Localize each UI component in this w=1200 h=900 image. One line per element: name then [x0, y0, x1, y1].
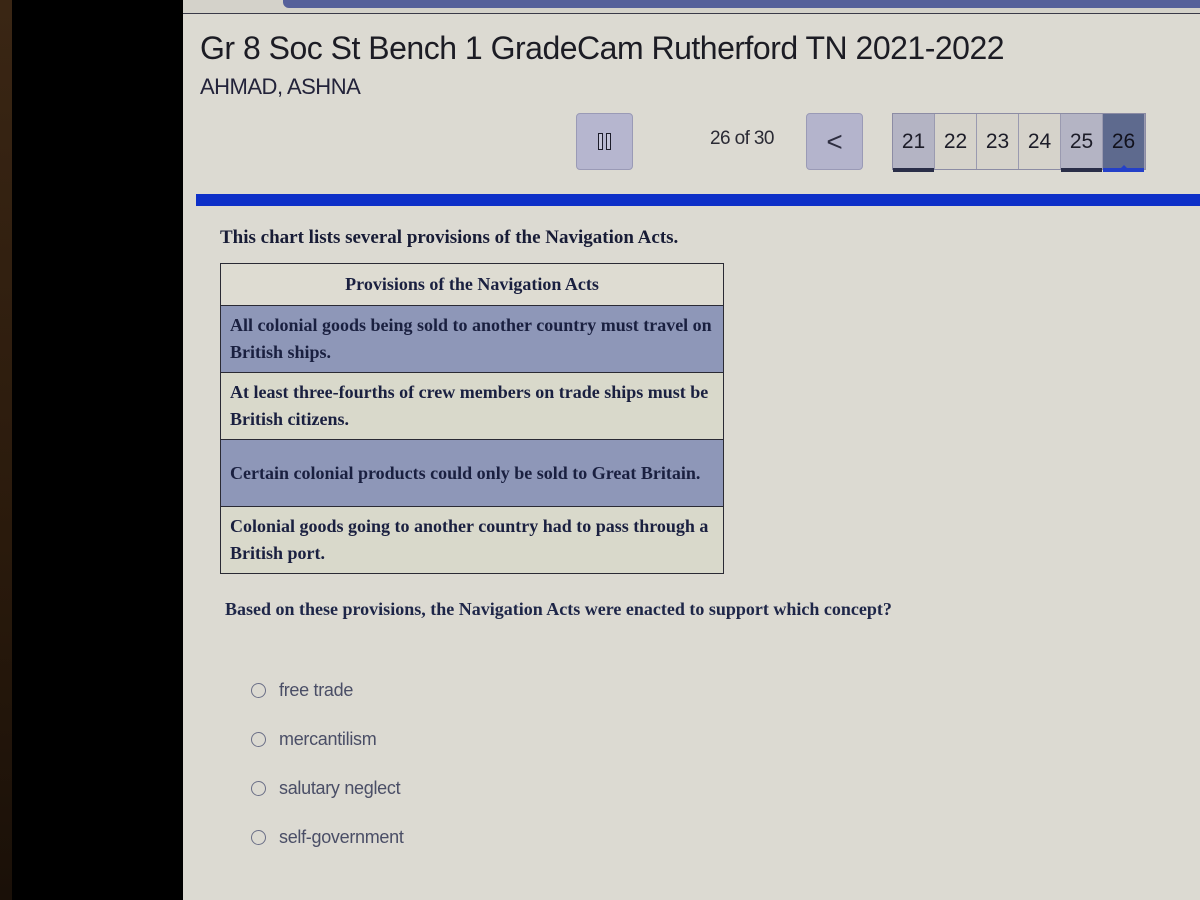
page-number: 24: [1027, 129, 1052, 153]
progress-bar: [196, 194, 1200, 206]
table-header: Provisions of the Navigation Acts: [220, 263, 724, 306]
pause-button[interactable]: [576, 113, 633, 170]
page-number: 23: [985, 129, 1010, 153]
radio-button[interactable]: [251, 830, 266, 845]
table-row: Colonial goods going to another country …: [220, 506, 724, 574]
choice-mercantilism[interactable]: mercantilism: [251, 715, 404, 764]
choice-label: salutary neglect: [279, 778, 401, 798]
page-item-26[interactable]: 26: [1103, 114, 1145, 172]
chevron-left-icon: <: [826, 125, 843, 157]
choice-label: self-government: [279, 827, 404, 847]
choice-self-government[interactable]: self-government: [251, 813, 404, 862]
question-stem: Based on these provisions, the Navigatio…: [225, 599, 892, 619]
page-item-24[interactable]: 24: [1019, 114, 1061, 169]
assessment-title: Gr 8 Soc St Bench 1 GradeCam Rutherford …: [200, 30, 1005, 66]
screen: Gr 8 Soc St Bench 1 GradeCam Rutherford …: [183, 0, 1200, 900]
table-cell: Colonial goods going to another country …: [220, 506, 724, 574]
student-name: AHMAD, ASHNA: [200, 74, 361, 99]
provisions-table: Provisions of the Navigation Acts All co…: [220, 263, 724, 574]
table-cell: Certain colonial products could only be …: [220, 439, 724, 507]
answer-choices: free trade mercantilism salutary neglect…: [251, 666, 404, 862]
browser-top-strip: [183, 0, 1200, 14]
previous-question-button[interactable]: <: [806, 113, 863, 170]
page-number: 25: [1069, 129, 1094, 153]
choice-label: free trade: [279, 680, 354, 700]
radio-button[interactable]: [251, 683, 266, 698]
table-cell: All colonial goods being sold to another…: [220, 305, 724, 373]
page-item-25[interactable]: 25: [1061, 114, 1103, 172]
page-item-21[interactable]: 21: [893, 114, 935, 172]
pause-icon: [598, 133, 603, 150]
page-number: 26: [1111, 129, 1136, 153]
monitor-bezel: [0, 0, 12, 900]
table-row: All colonial goods being sold to another…: [220, 305, 724, 373]
table-cell: At least three-fourths of crew members o…: [220, 372, 724, 440]
question-counter: 26 of 30: [710, 128, 774, 149]
table-row: Certain colonial products could only be …: [220, 439, 724, 507]
page-number: 22: [943, 129, 968, 153]
page-item-23[interactable]: 23: [977, 114, 1019, 169]
page-number: 21: [901, 129, 926, 153]
choice-free-trade[interactable]: free trade: [251, 666, 404, 715]
top-tab-bar: [283, 0, 1200, 8]
table-row: At least three-fourths of crew members o…: [220, 372, 724, 440]
question-intro: This chart lists several provisions of t…: [220, 227, 679, 248]
radio-button[interactable]: [251, 781, 266, 796]
question-pager: 21 22 23 24 25 26: [892, 113, 1146, 172]
choice-salutary-neglect[interactable]: salutary neglect: [251, 764, 404, 813]
choice-label: mercantilism: [279, 729, 377, 749]
pause-icon: [606, 133, 611, 150]
radio-button[interactable]: [251, 732, 266, 747]
page-item-22[interactable]: 22: [935, 114, 977, 169]
